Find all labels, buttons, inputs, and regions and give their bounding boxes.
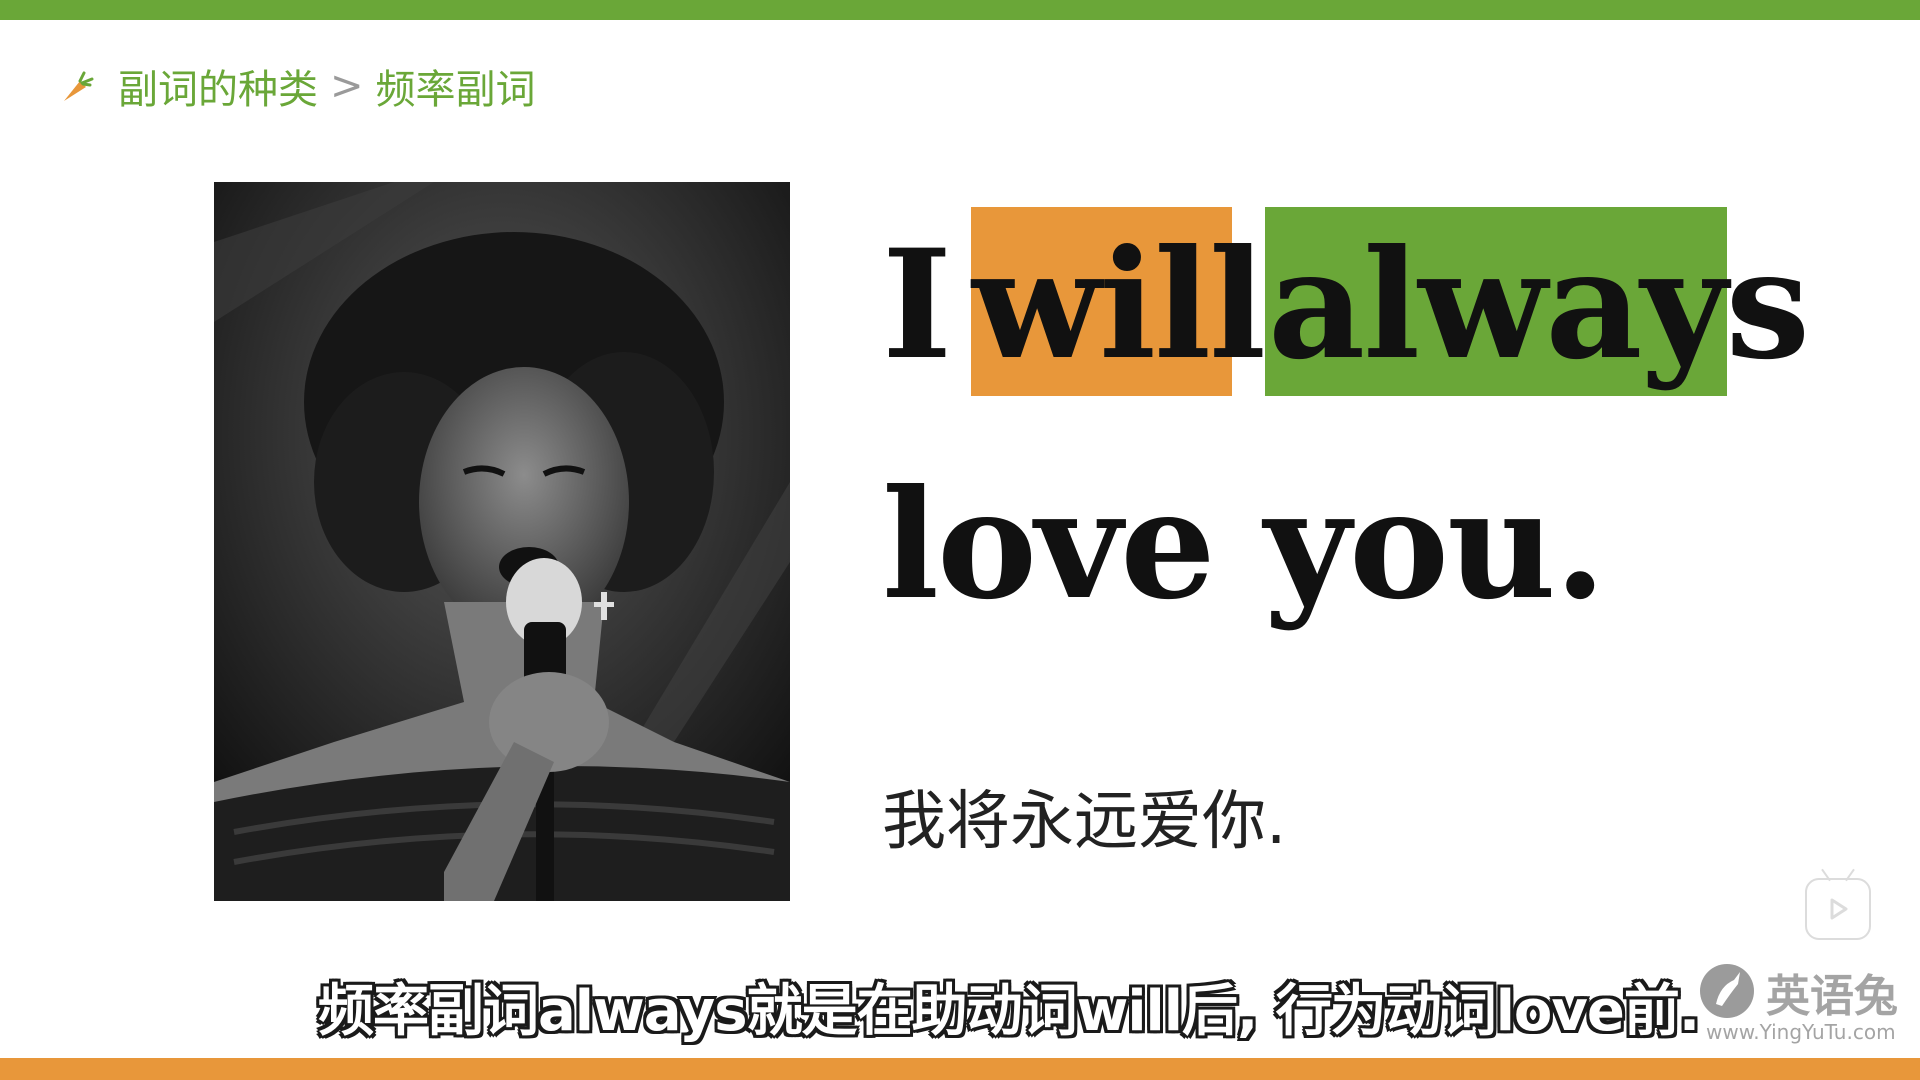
top-accent-bar <box>0 0 1920 20</box>
singer-photo <box>214 182 790 901</box>
tv-play-icon[interactable] <box>1805 878 1871 940</box>
breadcrumb-current: 频率副词 <box>375 67 536 113</box>
play-triangle-icon <box>1830 898 1848 920</box>
watermark-url: www.YingYuTu.com <box>1706 1020 1896 1044</box>
sentence-word-will: will <box>972 217 1266 393</box>
chinese-translation: 我将永远爱你. <box>882 785 1287 859</box>
sentence-word-i: I <box>882 217 952 393</box>
subtitle: 频率副词always就是在助动词will后, 行为动词love前. <box>318 979 1700 1044</box>
carrot-icon <box>60 69 94 103</box>
breadcrumb-parent: 副词的种类 <box>118 67 318 113</box>
slide: 副词的种类 > 频率副词 I will always love you. 我将永… <box>0 0 1920 1080</box>
bottom-accent-bar <box>0 1058 1920 1080</box>
watermark-name: 英语兔 <box>1766 971 1898 1022</box>
breadcrumb-separator: > <box>330 63 364 109</box>
sentence-line-2: love you. <box>882 457 1606 633</box>
breadcrumb: 副词的种类 > 频率副词 <box>60 58 536 114</box>
watermark: 英语兔 www.YingYuTu.com <box>1700 960 1900 1044</box>
rabbit-logo-icon <box>1700 964 1754 1018</box>
sentence-word-always: always <box>1268 217 1810 393</box>
